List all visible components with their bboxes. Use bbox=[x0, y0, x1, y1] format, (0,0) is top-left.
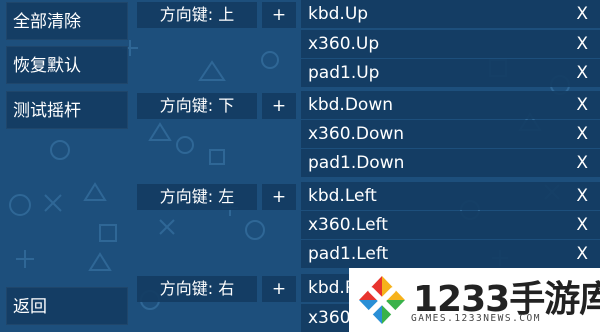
remove-binding-button[interactable]: X bbox=[576, 240, 588, 268]
remove-binding-button[interactable]: X bbox=[576, 120, 588, 148]
binding-label: kbd.Left bbox=[308, 186, 377, 206]
binding-label: x360.Down bbox=[308, 124, 405, 144]
binding-row[interactable]: x360.Up X bbox=[301, 30, 600, 58]
binding-label: kbd.Up bbox=[308, 4, 369, 24]
binding-row[interactable]: x360.Left X bbox=[301, 211, 600, 239]
remove-binding-button[interactable]: X bbox=[576, 0, 588, 28]
remove-binding-button[interactable]: X bbox=[576, 149, 588, 177]
binding-label: kbd.Down bbox=[308, 95, 393, 115]
binding-label: x360.Up bbox=[308, 34, 380, 54]
watermark-logo-icon bbox=[359, 276, 405, 324]
back-label: 返回 bbox=[13, 297, 47, 317]
remove-binding-button[interactable]: X bbox=[576, 30, 588, 58]
group-label-down: 方向键: 下 bbox=[137, 93, 257, 119]
watermark-banner: 1233手游库 GAMES.1233NEWS.COM bbox=[349, 268, 600, 332]
add-binding-down-button[interactable]: + bbox=[262, 93, 296, 119]
binding-label: pad1.Left bbox=[308, 244, 389, 264]
add-binding-right-button[interactable]: + bbox=[262, 276, 296, 302]
group-label-right: 方向键: 右 bbox=[137, 276, 257, 302]
binding-row[interactable]: kbd.Down X bbox=[301, 91, 600, 119]
test-joystick-label: 测试摇杆 bbox=[13, 101, 81, 121]
restore-default-label: 恢复默认 bbox=[13, 56, 81, 76]
remove-binding-button[interactable]: X bbox=[576, 91, 588, 119]
binding-row[interactable]: pad1.Down X bbox=[301, 149, 600, 177]
remove-binding-button[interactable]: X bbox=[576, 59, 588, 87]
watermark-subtitle: GAMES.1233NEWS.COM bbox=[411, 313, 541, 324]
group-label-up: 方向键: 上 bbox=[137, 2, 257, 28]
clear-all-label: 全部清除 bbox=[13, 12, 81, 32]
binding-row[interactable]: pad1.Left X bbox=[301, 240, 600, 268]
back-button[interactable]: 返回 bbox=[6, 287, 128, 325]
remove-binding-button[interactable]: X bbox=[576, 182, 588, 210]
clear-all-button[interactable]: 全部清除 bbox=[6, 2, 128, 40]
restore-default-button[interactable]: 恢复默认 bbox=[6, 46, 128, 84]
test-joystick-button[interactable]: 测试摇杆 bbox=[6, 91, 128, 129]
binding-row[interactable]: pad1.Up X bbox=[301, 59, 600, 87]
group-label-left: 方向键: 左 bbox=[137, 184, 257, 210]
add-binding-up-button[interactable]: + bbox=[262, 2, 296, 28]
add-binding-left-button[interactable]: + bbox=[262, 184, 296, 210]
binding-row[interactable]: x360.Down X bbox=[301, 120, 600, 148]
binding-row[interactable]: kbd.Left X bbox=[301, 182, 600, 210]
binding-label: pad1.Down bbox=[308, 153, 405, 173]
remove-binding-button[interactable]: X bbox=[576, 211, 588, 239]
binding-row[interactable]: kbd.Up X bbox=[301, 0, 600, 28]
binding-label: x360.Left bbox=[308, 215, 388, 235]
binding-label: pad1.Up bbox=[308, 63, 380, 83]
binding-label: x360 bbox=[308, 308, 351, 328]
